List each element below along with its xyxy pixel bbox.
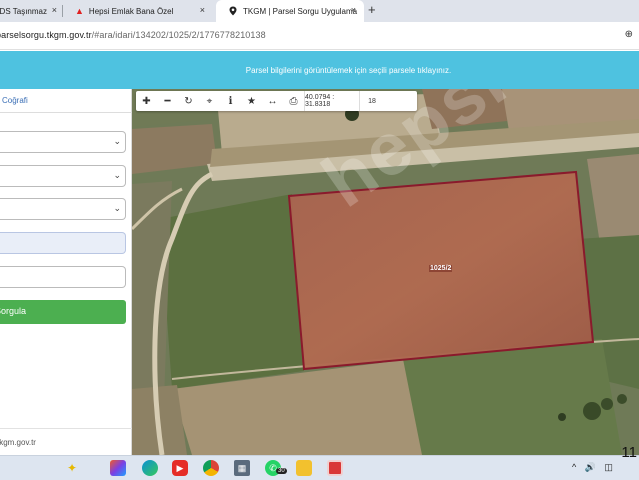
zoom-level: 18	[368, 97, 376, 105]
chevron-down-icon: ⌄	[113, 203, 121, 213]
tab-hepsiemlak[interactable]: ▲ Hepsi Emlak Bana Özel ×	[63, 0, 213, 22]
tab-label: EIDS Taşınmaz	[0, 6, 47, 16]
chevron-down-icon: ⌄	[113, 136, 121, 146]
tab-label: Hepsi Emlak Bana Özel	[88, 6, 174, 16]
file-explorer-icon[interactable]	[296, 460, 312, 476]
tab-label: Coğrafi	[2, 96, 28, 105]
info-banner: Parsel bilgilerini görüntülemek için seç…	[0, 51, 639, 89]
url-domain: parselsorgu.tkgm.gov.tr	[0, 30, 92, 40]
system-tray[interactable]: ^ 🔊 ◫	[572, 462, 616, 473]
windows-taskbar: ✦ ▶ ▦ ✆ 30 ^ 🔊 ◫ 11	[0, 444, 639, 480]
chevron-down-icon: ⌄	[113, 170, 121, 180]
hepsiemlak-logo-icon: ▲	[75, 6, 84, 16]
query-button[interactable]: Sorgula	[0, 300, 126, 324]
footer-text: tkgm.gov.tr	[0, 438, 36, 447]
chrome-icon[interactable]	[203, 460, 219, 476]
close-icon[interactable]: ×	[52, 5, 57, 15]
location-pin-icon	[229, 6, 237, 16]
parcel-label[interactable]: 1025/2	[429, 265, 453, 272]
calculator-icon[interactable]: ▦	[234, 460, 250, 476]
address-bar[interactable]: parselsorgu.tkgm.gov.tr/#ara/idari/13420…	[0, 22, 639, 50]
district-select[interactable]: ⌄	[0, 165, 126, 187]
refresh-icon[interactable]: ↻	[178, 91, 199, 111]
copilot-icon[interactable]	[110, 460, 126, 476]
locate-icon[interactable]: ⌖	[199, 91, 220, 111]
province-select[interactable]: ⌄	[0, 131, 126, 153]
clock[interactable]: 11	[621, 444, 637, 461]
browser-tab-bar: EIDS Taşınmaz × ▲ Hepsi Emlak Bana Özel …	[0, 0, 639, 22]
notification-badge: 30	[276, 468, 287, 474]
url-path: /#ara/idari/134202/1025/2/1776778210138	[91, 30, 266, 40]
footer-link[interactable]: tkgm.gov.tr	[0, 428, 132, 455]
task-manager-icon[interactable]	[327, 460, 343, 476]
zoom-icon[interactable]: ⊕	[625, 29, 633, 40]
sparkle-icon[interactable]: ✦	[64, 460, 80, 476]
satellite-map[interactable]: hepsiemlak 1025/2 ✚ ━ ↻ ⌖ i ★ ↔ ⎙ 40.079…	[132, 89, 639, 455]
tab-label: TKGM | Parsel Sorgu Uygulama	[243, 6, 358, 16]
zoom-out-icon[interactable]: ━	[157, 91, 178, 111]
parcel-input[interactable]	[0, 266, 126, 288]
zoom-in-icon[interactable]: ✚	[136, 91, 157, 111]
info-icon[interactable]: i	[220, 91, 241, 111]
print-icon[interactable]: ⎙	[283, 91, 304, 111]
tab-eids[interactable]: EIDS Taşınmaz ×	[0, 0, 62, 22]
youtube-icon[interactable]: ▶	[172, 460, 188, 476]
map-toolbar: ✚ ━ ↻ ⌖ i ★ ↔ ⎙ 40.0794 : 31.8318 18	[136, 91, 417, 111]
close-icon[interactable]: ×	[200, 5, 205, 15]
edge-icon[interactable]	[142, 460, 158, 476]
star-icon[interactable]: ★	[241, 91, 262, 111]
measure-icon[interactable]: ↔	[262, 91, 283, 111]
tab-geographic[interactable]: Coğrafi	[0, 89, 132, 113]
close-icon[interactable]: ×	[351, 5, 356, 15]
coordinate-readout: 40.0794 : 31.8318	[304, 91, 360, 111]
banner-text: Parsel bilgilerini görüntülemek için seç…	[245, 65, 452, 75]
block-input[interactable]	[0, 232, 126, 254]
neighborhood-select[interactable]: ⌄	[0, 198, 126, 220]
query-sidebar: Coğrafi ⌄ ⌄ ⌄ Sorgula tkgm.gov.tr	[0, 89, 132, 455]
new-tab-button[interactable]: +	[368, 2, 376, 17]
button-label: Sorgula	[0, 306, 27, 316]
tab-tkgm[interactable]: TKGM | Parsel Sorgu Uygulama ×	[216, 0, 364, 22]
url-text[interactable]: parselsorgu.tkgm.gov.tr/#ara/idari/13420…	[0, 30, 266, 40]
